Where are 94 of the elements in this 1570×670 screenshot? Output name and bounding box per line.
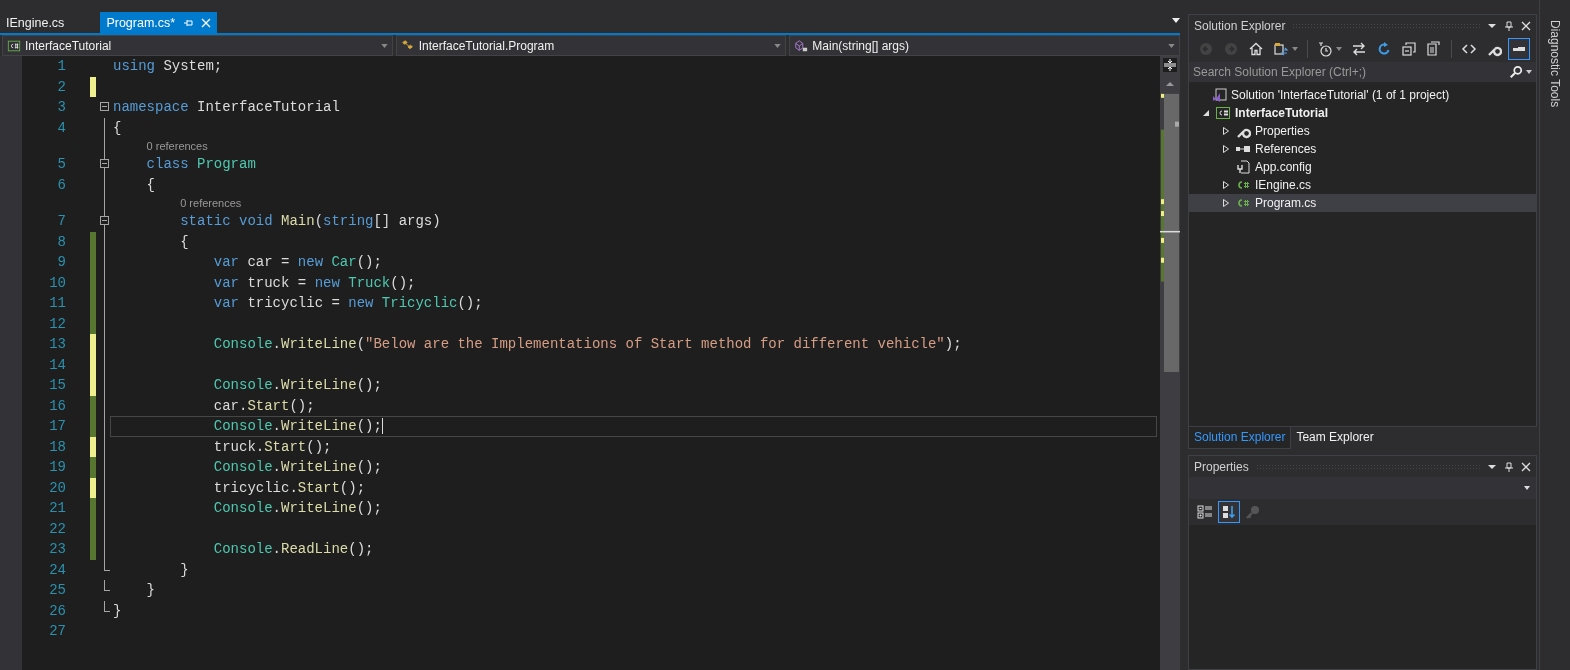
code-line: Console.WriteLine();: [213, 500, 382, 517]
document-tab[interactable]: IEngine.cs: [0, 12, 71, 33]
panel-tab[interactable]: Solution Explorer: [1188, 427, 1292, 449]
code-line: var tricyclic = new Tricyclic();: [213, 295, 483, 312]
line-number: 23: [48, 540, 66, 559]
split-icon[interactable]: [1163, 58, 1177, 72]
code-line: using System;: [113, 58, 223, 75]
line-number: 12: [48, 314, 66, 334]
code-line: static void Main(string[] args): [180, 213, 441, 230]
code-line: car.Start();: [213, 397, 315, 414]
close-icon[interactable]: [1521, 461, 1531, 472]
code-line: class Program: [146, 156, 256, 173]
panel-title: Solution Explorer: [1194, 18, 1286, 33]
line-number: 15: [48, 376, 66, 395]
member-dropdown[interactable]: Main(string[] args): [789, 35, 1180, 56]
tree-item[interactable]: App.config: [1255, 160, 1312, 174]
line-number: 24: [48, 560, 66, 580]
line-number: 11: [48, 294, 66, 313]
line-number: 8: [56, 232, 66, 252]
code-line: }: [146, 582, 155, 599]
collapsed-arrow-icon[interactable]: [1222, 181, 1230, 189]
line-number: 2: [56, 77, 66, 97]
line-number: 1: [56, 57, 66, 76]
bar-icon[interactable]: [1508, 38, 1530, 60]
line-number: 4: [56, 118, 66, 138]
code-line: tricyclic.Start();: [213, 479, 366, 496]
tree-item[interactable]: References: [1255, 142, 1317, 156]
code-line: {: [113, 119, 122, 136]
text-cursor: [381, 418, 383, 435]
code-line: Console.WriteLine("Below are the Implementations of Start method for different vehicle");: [213, 336, 962, 353]
search-box[interactable]: Search Solution Explorer (Ctrl+;): [1189, 62, 1536, 82]
panel-title: Properties: [1194, 459, 1249, 474]
sort-down-icon[interactable]: [1218, 501, 1240, 523]
line-number: 18: [48, 437, 66, 457]
code-line: {: [146, 176, 155, 193]
collapse-icon[interactable]: [100, 159, 109, 168]
type-dropdown[interactable]: InterfaceTutorial.Program: [395, 35, 787, 56]
line-number: 13: [48, 335, 66, 354]
line-number: 20: [48, 478, 66, 498]
line-number: 14: [48, 355, 66, 375]
side-tab[interactable]: Diagnostic Tools: [1548, 20, 1562, 108]
line-number: 21: [48, 499, 66, 518]
collapse-icon[interactable]: [100, 216, 109, 225]
code-line: var truck = new Truck();: [213, 274, 416, 291]
solution-icon: [1211, 87, 1227, 103]
search-icon[interactable]: [1509, 65, 1523, 79]
pin-icon[interactable]: [1504, 20, 1514, 31]
codelens-references[interactable]: 0 references: [146, 140, 208, 152]
line-number: 10: [48, 273, 66, 293]
caret-icon[interactable]: [1524, 486, 1530, 490]
line-number: 7: [56, 212, 66, 231]
line-number: 5: [56, 155, 66, 174]
collapsed-arrow-icon[interactable]: [1222, 199, 1230, 207]
code-line: }: [180, 561, 189, 578]
line-number: 19: [48, 458, 66, 477]
code-line: Console.WriteLine();: [213, 418, 382, 435]
tree-item[interactable]: InterfaceTutorial: [1235, 106, 1329, 120]
code-line: Console.ReadLine();: [213, 541, 374, 558]
line-number: 26: [48, 601, 66, 621]
codelens-references[interactable]: 0 references: [180, 197, 242, 209]
line-number: 6: [56, 175, 66, 195]
expanded-arrow-icon[interactable]: [1202, 109, 1210, 117]
line-number: 3: [56, 98, 66, 117]
code-line: }: [113, 602, 122, 619]
dropdown-caret-icon[interactable]: [1172, 18, 1180, 23]
collapsed-arrow-icon[interactable]: [1222, 127, 1230, 135]
tree-item[interactable]: Solution 'InterfaceTutorial' (1 of 1 project): [1231, 88, 1450, 102]
line-number: 9: [56, 253, 66, 272]
code-line: truck.Start();: [213, 438, 332, 455]
tree-item[interactable]: Program.cs: [1255, 196, 1317, 210]
line-number: 27: [48, 622, 66, 641]
line-number: 17: [48, 417, 66, 436]
config-file-icon: [1235, 159, 1251, 175]
code-line: {: [180, 233, 189, 250]
pin-icon[interactable]: [1504, 461, 1514, 472]
collapse-icon[interactable]: [100, 102, 109, 111]
code-line: namespace InterfaceTutorial: [113, 99, 340, 116]
code-line: Console.WriteLine();: [213, 459, 382, 476]
code-line: Console.WriteLine();: [213, 377, 382, 394]
tree-item[interactable]: Properties: [1255, 124, 1310, 138]
panel-tab[interactable]: Team Explorer: [1291, 427, 1379, 449]
code-line: var car = new Car();: [213, 254, 382, 271]
project-dropdown[interactable]: InterfaceTutorial: [2, 35, 393, 56]
search-field[interactable]: Search Solution Explorer (Ctrl+;): [1193, 65, 1506, 79]
tree-item[interactable]: IEngine.cs: [1255, 178, 1312, 192]
line-number: 22: [48, 519, 66, 539]
caret-icon[interactable]: [1526, 70, 1532, 74]
cube-icon: [794, 38, 809, 53]
collapsed-arrow-icon[interactable]: [1222, 145, 1230, 153]
project-icon: [7, 38, 21, 53]
project-icon: [1215, 105, 1231, 121]
close-icon[interactable]: [1521, 20, 1531, 31]
line-number: 25: [48, 581, 66, 600]
line-number: 16: [48, 396, 66, 416]
